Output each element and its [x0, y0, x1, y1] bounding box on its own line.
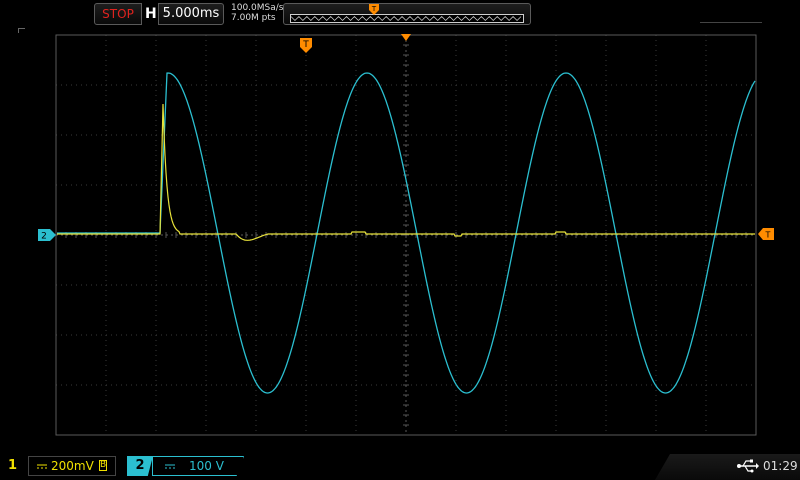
ch2-scale: 100 V — [189, 459, 224, 473]
dc-coupling-icon — [37, 464, 47, 468]
trigger-position-marker[interactable]: T — [300, 38, 312, 53]
svg-text:T: T — [765, 231, 771, 240]
waveform-display[interactable] — [0, 0, 800, 480]
ch1-bandwidth-limit-flag: B — [99, 460, 107, 471]
horizontal-position-marker — [401, 34, 411, 41]
ch1-label[interactable]: 1 — [8, 457, 22, 475]
usb-icon — [737, 459, 759, 473]
svg-text:2: 2 — [41, 232, 47, 242]
ch2-ground-marker[interactable]: 2 — [38, 229, 56, 241]
ch1-scale: 200mV — [51, 459, 94, 473]
trigger-level-marker[interactable]: T — [758, 228, 774, 240]
dc-coupling-icon — [165, 464, 175, 468]
svg-text:T: T — [302, 40, 309, 50]
clock: 01:29 — [763, 459, 798, 473]
ch2-scale-box[interactable]: 100 V — [152, 456, 244, 476]
